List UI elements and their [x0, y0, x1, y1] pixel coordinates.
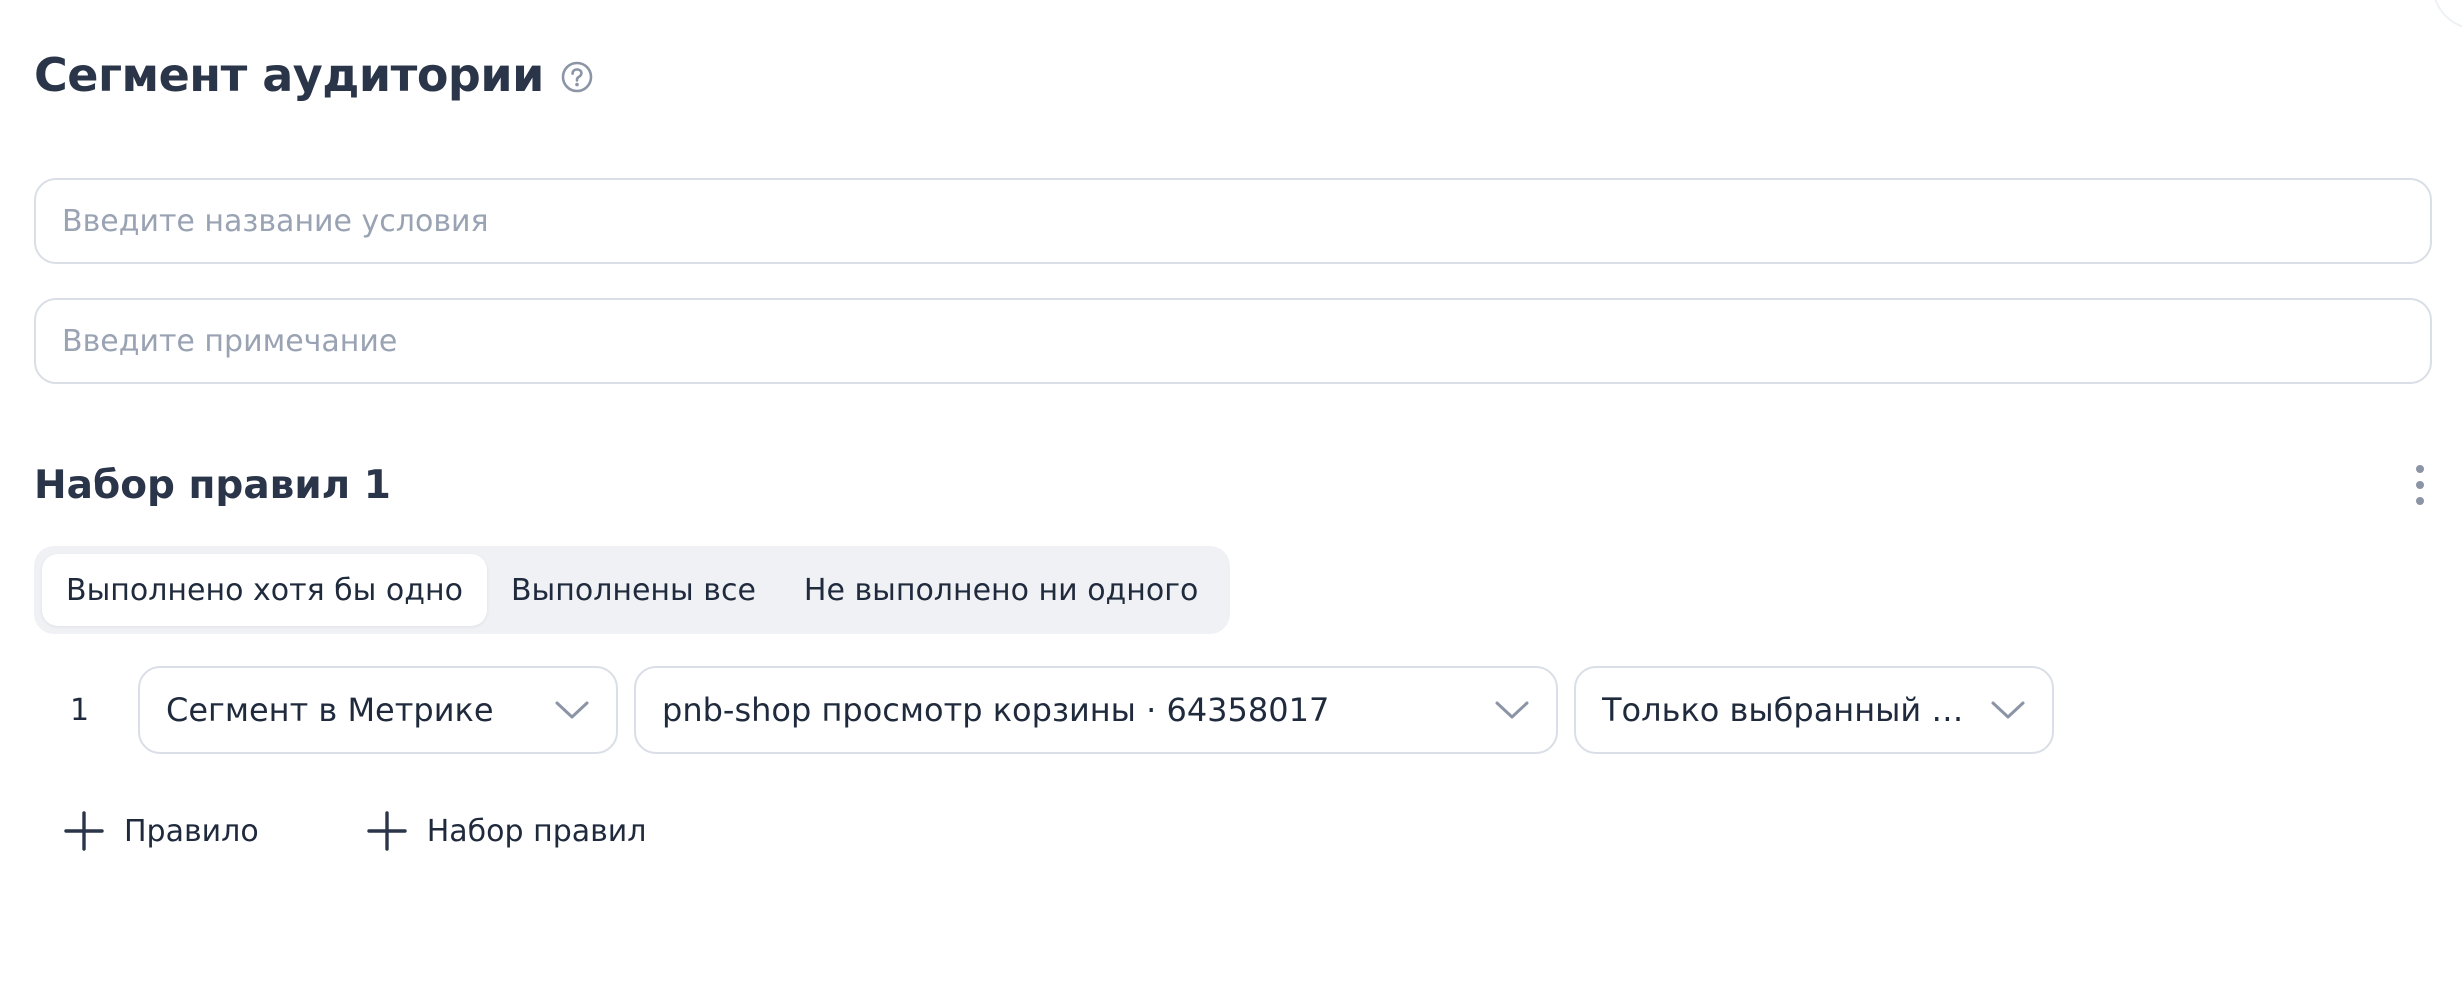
- condition-name-input[interactable]: [34, 178, 2432, 264]
- ruleset-mode-switch: Выполнено хотя бы одно Выполнены все Не …: [34, 546, 1231, 634]
- rule-type-value: Сегмент в Метрике: [166, 691, 494, 729]
- chevron-down-icon: [1494, 692, 1530, 728]
- page: Сегмент аудитории Набор правил 1 Выполне…: [0, 0, 2462, 992]
- mode-option-any[interactable]: Выполнено хотя бы одно: [42, 554, 487, 626]
- corner-decoration: [2432, 0, 2462, 30]
- rule-segment-select[interactable]: pnb-shop просмотр корзины · 64358017: [634, 666, 1558, 754]
- add-ruleset-button[interactable]: Набор правил: [337, 796, 675, 866]
- header: Сегмент аудитории: [34, 40, 594, 110]
- condition-note-input[interactable]: [34, 298, 2432, 384]
- rule-row: 1 Сегмент в Метрике pnb-shop просмотр ко…: [34, 666, 2134, 754]
- ruleset-actions: Правило Набор правил: [34, 796, 674, 866]
- add-rule-label: Правило: [124, 813, 259, 849]
- plus-icon: [62, 809, 106, 853]
- vertical-dots-icon: [2416, 465, 2424, 505]
- add-ruleset-label: Набор правил: [426, 813, 647, 849]
- page-title: Сегмент аудитории: [34, 48, 544, 102]
- add-rule-button[interactable]: Правило: [34, 796, 287, 866]
- plus-icon: [365, 809, 409, 853]
- ruleset-menu-button[interactable]: [2400, 457, 2440, 513]
- rule-mode-value: Только выбранный сег...: [1602, 691, 1970, 729]
- rule-type-select[interactable]: Сегмент в Метрике: [138, 666, 618, 754]
- rule-index: 1: [70, 692, 90, 728]
- question-circle-icon[interactable]: [560, 60, 594, 94]
- ruleset-header: Набор правил 1: [34, 455, 2440, 515]
- mode-option-none[interactable]: Не выполнено ни одного: [780, 554, 1222, 626]
- ruleset-title: Набор правил 1: [34, 462, 391, 508]
- chevron-down-icon: [1990, 692, 2026, 728]
- rule-mode-select[interactable]: Только выбранный сег...: [1574, 666, 2054, 754]
- chevron-down-icon: [554, 692, 590, 728]
- mode-option-all[interactable]: Выполнены все: [487, 554, 780, 626]
- rule-segment-value: pnb-shop просмотр корзины · 64358017: [662, 691, 1330, 729]
